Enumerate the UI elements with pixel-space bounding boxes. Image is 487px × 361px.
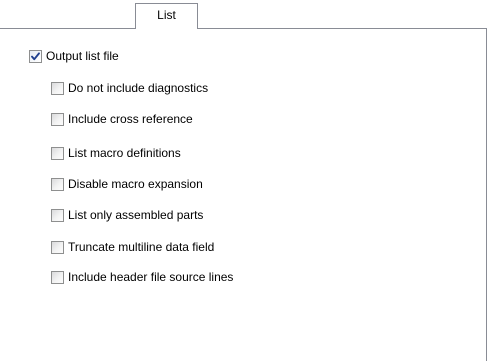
checkmark-icon — [31, 51, 40, 60]
option-row-list-macro-definitions[interactable]: List macro definitions — [51, 145, 181, 161]
option-row-do-not-include-diagnostics[interactable]: Do not include diagnostics — [51, 80, 208, 96]
include-header-file-source-lines-checkbox[interactable] — [51, 270, 64, 284]
truncate-multiline-data-field-checkbox[interactable] — [51, 240, 64, 254]
tab-list-label: List — [157, 8, 176, 22]
list-options-page: List Output list file Do not include dia… — [0, 0, 487, 361]
output-list-file-label: Output list file — [46, 49, 119, 63]
option-label: Do not include diagnostics — [68, 81, 209, 95]
option-label: Include cross reference — [68, 112, 193, 126]
output-list-file-row[interactable]: Output list file — [29, 48, 119, 64]
include-cross-reference-checkbox[interactable] — [51, 112, 64, 126]
option-label: List only assembled parts — [68, 208, 204, 222]
option-row-list-only-assembled-parts[interactable]: List only assembled parts — [51, 207, 203, 223]
option-row-include-header-file-source-lines[interactable]: Include header file source lines — [51, 269, 233, 285]
list-options-panel — [0, 28, 487, 361]
option-row-include-cross-reference[interactable]: Include cross reference — [51, 111, 193, 127]
option-row-disable-macro-expansion[interactable]: Disable macro expansion — [51, 176, 203, 192]
option-label: List macro definitions — [68, 146, 181, 160]
option-label: Disable macro expansion — [68, 177, 203, 191]
option-label: Include header file source lines — [68, 270, 234, 284]
option-label: Truncate multiline data field — [68, 240, 215, 254]
list-only-assembled-parts-checkbox[interactable] — [51, 208, 64, 222]
tab-list[interactable]: List — [135, 3, 198, 29]
list-macro-definitions-checkbox[interactable] — [51, 146, 64, 160]
output-list-file-checkbox[interactable] — [29, 49, 42, 63]
disable-macro-expansion-checkbox[interactable] — [51, 177, 64, 191]
option-row-truncate-multiline-data-field[interactable]: Truncate multiline data field — [51, 239, 214, 255]
do-not-include-diagnostics-checkbox[interactable] — [51, 81, 64, 95]
